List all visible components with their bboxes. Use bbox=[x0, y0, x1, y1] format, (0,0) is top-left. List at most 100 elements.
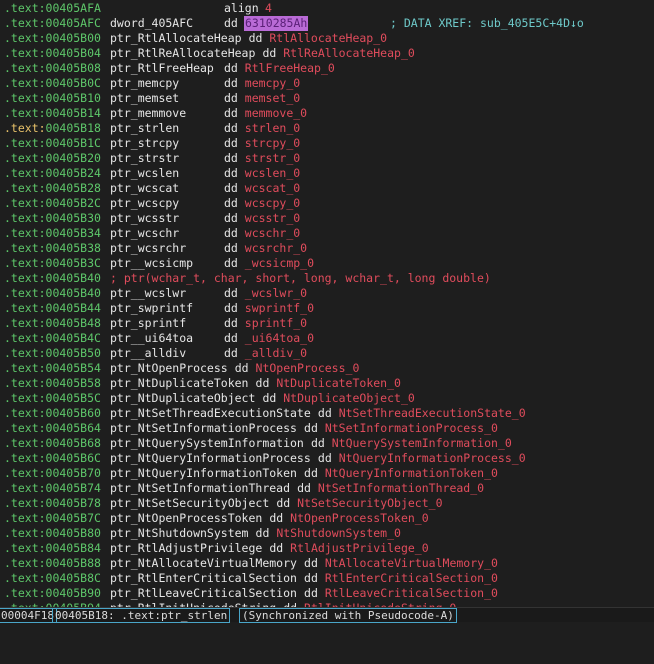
listing-line[interactable]: .text:00405B5C ptr_NtDuplicateObject dd NtD… bbox=[4, 391, 415, 406]
listing-line[interactable]: .text:00405B0C ptr_memcpy dd memcpy_0 bbox=[4, 76, 300, 91]
listing-line[interactable]: .text:00405B90 ptr_RtlLeaveCriticalSectio… bbox=[4, 586, 498, 601]
line-reference[interactable]: wcsstr_0 bbox=[245, 211, 300, 226]
line-label[interactable]: ptr_memcpy bbox=[110, 76, 179, 91]
line-label[interactable]: ptr_sprintf bbox=[110, 316, 186, 331]
listing-line[interactable]: .text:00405B68 ptr_NtQuerySystemInformati… bbox=[4, 436, 512, 451]
line-label[interactable]: ptr_NtAllocateVirtualMemory bbox=[110, 556, 297, 571]
line-label[interactable]: ptr__alldiv bbox=[110, 346, 186, 361]
listing-line[interactable]: .text:00405B14 ptr_memmove dd memmove_0 bbox=[4, 106, 307, 121]
line-reference[interactable]: strlen_0 bbox=[245, 121, 300, 136]
line-reference[interactable]: strcpy_0 bbox=[245, 136, 300, 151]
listing-line[interactable]: .text:00405B04 ptr_RtlReAllocateHeap dd Rtl… bbox=[4, 46, 415, 61]
listing-line[interactable]: .text:00405B18 ptr_strlen dd strlen_0 bbox=[4, 121, 300, 136]
line-label[interactable]: ptr_RtlAdjustPrivilege bbox=[110, 541, 262, 556]
listing-line[interactable]: .text:00405B6C ptr_NtQueryInformationProc… bbox=[4, 451, 526, 466]
line-reference[interactable]: NtOpenProcessToken_0 bbox=[290, 511, 428, 526]
listing-line[interactable]: .text:00405B20 ptr_strstr dd strstr_0 bbox=[4, 151, 300, 166]
listing-line[interactable]: .text:00405B70 ptr_NtQueryInformationToke… bbox=[4, 466, 498, 481]
line-label[interactable]: ptr_RtlReAllocateHeap bbox=[110, 46, 255, 61]
line-label[interactable]: ptr_NtQueryInformationToken bbox=[110, 466, 297, 481]
listing-line[interactable]: .text:00405B1C ptr_strcpy dd strcpy_0 bbox=[4, 136, 300, 151]
line-label[interactable]: ptr__wcsicmp bbox=[110, 256, 193, 271]
line-label[interactable]: ptr_NtOpenProcess bbox=[110, 361, 228, 376]
listing-line[interactable]: .text:00405B84 ptr_RtlAdjustPrivilege dd Rt… bbox=[4, 541, 429, 556]
line-reference[interactable]: RtlAllocateHeap_0 bbox=[269, 31, 387, 46]
listing-line[interactable]: .text:00405B74 ptr_NtSetInformationThread… bbox=[4, 481, 484, 496]
line-label[interactable]: ptr_NtQuerySystemInformation bbox=[110, 436, 304, 451]
line-label[interactable]: ptr_NtQueryInformationProcess bbox=[110, 451, 311, 466]
line-reference[interactable]: _wcsicmp_0 bbox=[245, 256, 314, 271]
listing-line[interactable]: .text:00405B10 ptr_memset dd memset_0 bbox=[4, 91, 300, 106]
line-reference[interactable]: NtShutdownSystem_0 bbox=[276, 526, 401, 541]
line-reference[interactable]: swprintf_0 bbox=[245, 301, 314, 316]
line-label[interactable]: ptr__wcslwr bbox=[110, 286, 186, 301]
listing-line[interactable]: .text:00405B2C ptr_wcscpy dd wcscpy_0 bbox=[4, 196, 300, 211]
listing-line[interactable]: .text:00405B00 ptr_RtlAllocateHeap dd RtlAl… bbox=[4, 31, 387, 46]
line-label[interactable]: ptr_NtOpenProcessToken bbox=[110, 511, 262, 526]
line-label[interactable]: ptr_wcschr bbox=[110, 226, 179, 241]
line-reference[interactable]: NtQueryInformationProcess_0 bbox=[339, 451, 526, 466]
line-label[interactable]: ptr_RtlLeaveCriticalSection bbox=[110, 586, 297, 601]
line-reference[interactable]: sprintf_0 bbox=[245, 316, 307, 331]
line-reference[interactable]: _wcslwr_0 bbox=[245, 286, 307, 301]
line-label[interactable]: ptr_wcslen bbox=[110, 166, 179, 181]
line-reference[interactable]: NtSetThreadExecutionState_0 bbox=[339, 406, 526, 421]
line-label[interactable]: ptr_swprintf bbox=[110, 301, 193, 316]
listing-line[interactable]: .text:00405B8C ptr_RtlEnterCriticalSectio… bbox=[4, 571, 498, 586]
listing-line[interactable]: .text:00405B28 ptr_wcscat dd wcscat_0 bbox=[4, 181, 300, 196]
line-label[interactable]: ptr_NtDuplicateToken bbox=[110, 376, 248, 391]
line-label[interactable]: ptr_NtShutdownSystem bbox=[110, 526, 248, 541]
line-reference[interactable]: NtDuplicateToken_0 bbox=[276, 376, 401, 391]
line-reference[interactable]: _ui64toa_0 bbox=[245, 331, 314, 346]
line-label[interactable]: ptr_strstr bbox=[110, 151, 179, 166]
line-label[interactable]: ptr_wcscpy bbox=[110, 196, 179, 211]
line-label[interactable]: ptr_memmove bbox=[110, 106, 186, 121]
line-reference[interactable]: RtlFreeHeap_0 bbox=[245, 61, 335, 76]
line-label[interactable]: ptr_strlen bbox=[110, 121, 179, 136]
line-reference[interactable]: RtlEnterCriticalSection_0 bbox=[325, 571, 498, 586]
listing-line[interactable]: .text:00405AFC dword_405AFC dd 6310285Ah ; D… bbox=[4, 16, 584, 31]
listing-line[interactable]: .text:00405B60 ptr_NtSetThreadExecutionSt… bbox=[4, 406, 526, 421]
line-reference[interactable]: NtQuerySystemInformation_0 bbox=[332, 436, 512, 451]
listing-line[interactable]: .text:00405B34 ptr_wcschr dd wcschr_0 bbox=[4, 226, 300, 241]
line-hex-value[interactable]: 6310285Ah bbox=[244, 16, 309, 31]
line-label[interactable]: ptr_memset bbox=[110, 91, 179, 106]
line-reference[interactable]: strstr_0 bbox=[245, 151, 300, 166]
line-reference[interactable]: NtSetInformationProcess_0 bbox=[325, 421, 498, 436]
line-reference[interactable]: _alldiv_0 bbox=[245, 346, 307, 361]
line-label[interactable]: ptr_NtSetInformationThread bbox=[110, 481, 290, 496]
listing-line[interactable]: .text:00405B24 ptr_wcslen dd wcslen_0 bbox=[4, 166, 300, 181]
line-reference[interactable]: NtSetInformationThread_0 bbox=[318, 481, 484, 496]
line-xref-comment[interactable]: ; DATA XREF: sub_405E5C+4D↓o bbox=[390, 16, 584, 31]
listing-line[interactable]: .text:00405B4C ptr__ui64toa dd _ui64toa_0 bbox=[4, 331, 314, 346]
listing-line[interactable]: .text:00405B7C ptr_NtOpenProcessToken dd Nt… bbox=[4, 511, 429, 526]
listing-line[interactable]: .text:00405B80 ptr_NtShutdownSystem dd NtSh… bbox=[4, 526, 401, 541]
line-label[interactable]: ptr_NtSetSecurityObject bbox=[110, 496, 269, 511]
listing-line[interactable]: .text:00405B48 ptr_sprintf dd sprintf_0 bbox=[4, 316, 307, 331]
line-label[interactable]: ptr_RtlEnterCriticalSection bbox=[110, 571, 297, 586]
line-reference[interactable]: NtSetSecurityObject_0 bbox=[297, 496, 442, 511]
line-label[interactable]: ptr_strcpy bbox=[110, 136, 179, 151]
disassembly-listing[interactable]: .text:00405AFA align 4 .text:00405AFC dword_… bbox=[0, 0, 654, 607]
line-reference[interactable]: memcpy_0 bbox=[245, 76, 300, 91]
line-reference[interactable]: wcschr_0 bbox=[245, 226, 300, 241]
listing-line[interactable]: .text:00405B58 ptr_NtDuplicateToken dd NtDu… bbox=[4, 376, 401, 391]
line-label[interactable]: ptr__ui64toa bbox=[110, 331, 193, 346]
line-label[interactable]: dword_405AFC bbox=[110, 16, 193, 31]
listing-line[interactable]: .text:00405B44 ptr_swprintf dd swprintf_0 bbox=[4, 301, 314, 316]
line-reference[interactable]: wcsrchr_0 bbox=[245, 241, 307, 256]
line-reference[interactable]: NtOpenProcess_0 bbox=[256, 361, 360, 376]
listing-line[interactable]: .text:00405AFA align 4 bbox=[4, 1, 272, 16]
line-label[interactable]: ptr_RtlFreeHeap bbox=[110, 61, 214, 76]
listing-line[interactable]: .text:00405B38 ptr_wcsrchr dd wcsrchr_0 bbox=[4, 241, 307, 256]
line-label[interactable]: ptr_wcscat bbox=[110, 181, 179, 196]
listing-line[interactable]: .text:00405B30 ptr_wcsstr dd wcsstr_0 bbox=[4, 211, 300, 226]
line-label[interactable]: ptr_NtSetThreadExecutionState bbox=[110, 406, 311, 421]
line-reference[interactable]: wcscpy_0 bbox=[245, 196, 300, 211]
line-label[interactable]: ptr_NtSetInformationProcess bbox=[110, 421, 297, 436]
line-reference[interactable]: wcslen_0 bbox=[245, 166, 300, 181]
listing-line[interactable]: .text:00405B54 ptr_NtOpenProcess dd NtOpenP… bbox=[4, 361, 359, 376]
line-reference[interactable]: RtlReAllocateHeap_0 bbox=[283, 46, 415, 61]
listing-line[interactable]: .text:00405B40 ptr__wcslwr dd _wcslwr_0 bbox=[4, 286, 307, 301]
line-label[interactable]: ptr_wcsstr bbox=[110, 211, 179, 226]
